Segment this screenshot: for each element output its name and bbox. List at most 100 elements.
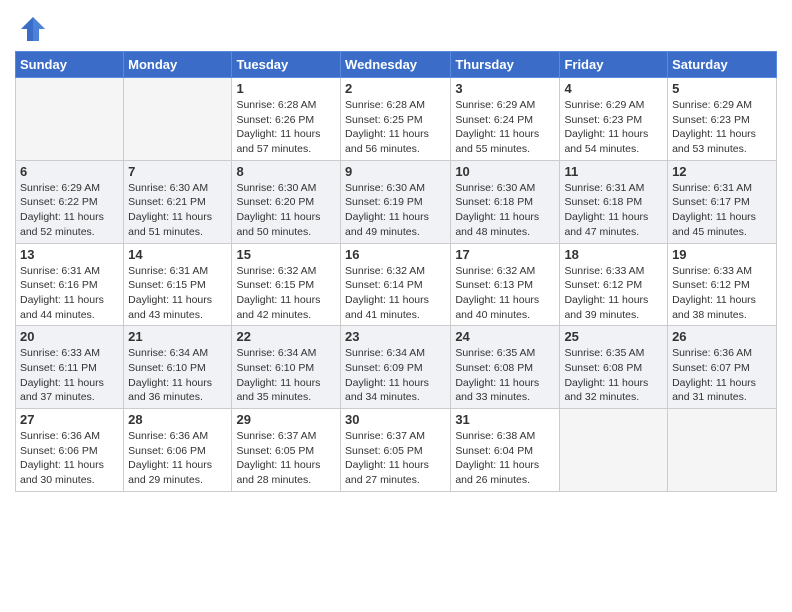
day-number: 24 [455, 329, 555, 344]
calendar-cell: 10 Sunrise: 6:30 AM Sunset: 6:18 PM Dayli… [451, 160, 560, 243]
day-number: 19 [672, 247, 772, 262]
calendar-cell: 11Sunrise: 6:31 AM Sunset: 6:18 PM Dayli… [560, 160, 668, 243]
calendar-header-sunday: Sunday [16, 52, 124, 78]
calendar-header-tuesday: Tuesday [232, 52, 341, 78]
day-info: Sunrise: 6:31 AM Sunset: 6:16 PM Dayligh… [20, 264, 119, 323]
calendar-cell: 20 Sunrise: 6:33 AM Sunset: 6:11 PM Dayli… [16, 326, 124, 409]
calendar-cell: 19 Sunrise: 6:33 AM Sunset: 6:12 PM Dayli… [668, 243, 777, 326]
calendar-cell: 13 Sunrise: 6:31 AM Sunset: 6:16 PM Dayli… [16, 243, 124, 326]
day-info: Sunrise: 6:33 AM Sunset: 6:12 PM Dayligh… [564, 264, 663, 323]
calendar-cell: 23 Sunrise: 6:34 AM Sunset: 6:09 PM Dayli… [341, 326, 451, 409]
day-info: Sunrise: 6:32 AM Sunset: 6:15 PM Dayligh… [236, 264, 336, 323]
calendar-header-thursday: Thursday [451, 52, 560, 78]
calendar-cell: 26Sunrise: 6:36 AM Sunset: 6:07 PM Dayli… [668, 326, 777, 409]
day-info: Sunrise: 6:28 AM Sunset: 6:25 PM Dayligh… [345, 98, 446, 157]
day-info: Sunrise: 6:33 AM Sunset: 6:11 PM Dayligh… [20, 346, 119, 405]
calendar: SundayMondayTuesdayWednesdayThursdayFrid… [15, 51, 777, 492]
calendar-cell: 9 Sunrise: 6:30 AM Sunset: 6:19 PM Daylig… [341, 160, 451, 243]
calendar-cell: 2Sunrise: 6:28 AM Sunset: 6:25 PM Daylig… [341, 78, 451, 161]
calendar-cell: 1 Sunrise: 6:28 AM Sunset: 6:26 PM Daylig… [232, 78, 341, 161]
calendar-week-row: 1 Sunrise: 6:28 AM Sunset: 6:26 PM Daylig… [16, 78, 777, 161]
calendar-cell: 18Sunrise: 6:33 AM Sunset: 6:12 PM Dayli… [560, 243, 668, 326]
day-number: 1 [236, 81, 336, 96]
day-number: 10 [455, 164, 555, 179]
day-info: Sunrise: 6:33 AM Sunset: 6:12 PM Dayligh… [672, 264, 772, 323]
calendar-week-row: 6Sunrise: 6:29 AM Sunset: 6:22 PM Daylig… [16, 160, 777, 243]
calendar-cell [16, 78, 124, 161]
day-number: 5 [672, 81, 772, 96]
day-info: Sunrise: 6:30 AM Sunset: 6:19 PM Dayligh… [345, 181, 446, 240]
calendar-header-friday: Friday [560, 52, 668, 78]
day-info: Sunrise: 6:32 AM Sunset: 6:14 PM Dayligh… [345, 264, 446, 323]
day-info: Sunrise: 6:29 AM Sunset: 6:22 PM Dayligh… [20, 181, 119, 240]
calendar-cell: 14 Sunrise: 6:31 AM Sunset: 6:15 PM Dayli… [124, 243, 232, 326]
day-number: 23 [345, 329, 446, 344]
day-info: Sunrise: 6:34 AM Sunset: 6:09 PM Dayligh… [345, 346, 446, 405]
calendar-header-monday: Monday [124, 52, 232, 78]
day-info: Sunrise: 6:38 AM Sunset: 6:04 PM Dayligh… [455, 429, 555, 488]
calendar-cell: 22 Sunrise: 6:34 AM Sunset: 6:10 PM Dayli… [232, 326, 341, 409]
calendar-header-saturday: Saturday [668, 52, 777, 78]
calendar-cell: 6Sunrise: 6:29 AM Sunset: 6:22 PM Daylig… [16, 160, 124, 243]
calendar-cell: 17 Sunrise: 6:32 AM Sunset: 6:13 PM Dayli… [451, 243, 560, 326]
day-number: 22 [236, 329, 336, 344]
day-number: 8 [236, 164, 336, 179]
day-info: Sunrise: 6:34 AM Sunset: 6:10 PM Dayligh… [236, 346, 336, 405]
logo-icon [19, 15, 47, 43]
day-number: 7 [128, 164, 227, 179]
day-info: Sunrise: 6:36 AM Sunset: 6:07 PM Dayligh… [672, 346, 772, 405]
calendar-cell: 21 Sunrise: 6:34 AM Sunset: 6:10 PM Dayli… [124, 326, 232, 409]
day-info: Sunrise: 6:36 AM Sunset: 6:06 PM Dayligh… [128, 429, 227, 488]
day-number: 12 [672, 164, 772, 179]
calendar-header-row: SundayMondayTuesdayWednesdayThursdayFrid… [16, 52, 777, 78]
day-info: Sunrise: 6:29 AM Sunset: 6:23 PM Dayligh… [564, 98, 663, 157]
day-info: Sunrise: 6:31 AM Sunset: 6:17 PM Dayligh… [672, 181, 772, 240]
day-number: 21 [128, 329, 227, 344]
calendar-week-row: 27 Sunrise: 6:36 AM Sunset: 6:06 PM Dayli… [16, 409, 777, 492]
day-info: Sunrise: 6:28 AM Sunset: 6:26 PM Dayligh… [236, 98, 336, 157]
day-info: Sunrise: 6:35 AM Sunset: 6:08 PM Dayligh… [564, 346, 663, 405]
day-number: 15 [236, 247, 336, 262]
day-info: Sunrise: 6:31 AM Sunset: 6:18 PM Dayligh… [564, 181, 663, 240]
day-number: 13 [20, 247, 119, 262]
calendar-cell [668, 409, 777, 492]
calendar-cell [560, 409, 668, 492]
day-number: 25 [564, 329, 663, 344]
day-number: 30 [345, 412, 446, 427]
calendar-cell: 5Sunrise: 6:29 AM Sunset: 6:23 PM Daylig… [668, 78, 777, 161]
day-info: Sunrise: 6:30 AM Sunset: 6:18 PM Dayligh… [455, 181, 555, 240]
calendar-cell: 25 Sunrise: 6:35 AM Sunset: 6:08 PM Dayli… [560, 326, 668, 409]
calendar-cell: 4 Sunrise: 6:29 AM Sunset: 6:23 PM Daylig… [560, 78, 668, 161]
logo [15, 15, 47, 43]
calendar-cell: 29Sunrise: 6:37 AM Sunset: 6:05 PM Dayli… [232, 409, 341, 492]
calendar-cell [124, 78, 232, 161]
day-info: Sunrise: 6:29 AM Sunset: 6:24 PM Dayligh… [455, 98, 555, 157]
day-number: 20 [20, 329, 119, 344]
day-number: 17 [455, 247, 555, 262]
day-info: Sunrise: 6:37 AM Sunset: 6:05 PM Dayligh… [236, 429, 336, 488]
day-number: 27 [20, 412, 119, 427]
day-number: 28 [128, 412, 227, 427]
day-info: Sunrise: 6:32 AM Sunset: 6:13 PM Dayligh… [455, 264, 555, 323]
day-number: 4 [564, 81, 663, 96]
calendar-cell: 31 Sunrise: 6:38 AM Sunset: 6:04 PM Dayli… [451, 409, 560, 492]
day-info: Sunrise: 6:31 AM Sunset: 6:15 PM Dayligh… [128, 264, 227, 323]
day-number: 31 [455, 412, 555, 427]
day-info: Sunrise: 6:36 AM Sunset: 6:06 PM Dayligh… [20, 429, 119, 488]
page: SundayMondayTuesdayWednesdayThursdayFrid… [0, 0, 792, 612]
calendar-cell: 15 Sunrise: 6:32 AM Sunset: 6:15 PM Dayli… [232, 243, 341, 326]
calendar-cell: 28 Sunrise: 6:36 AM Sunset: 6:06 PM Dayli… [124, 409, 232, 492]
calendar-cell: 7Sunrise: 6:30 AM Sunset: 6:21 PM Daylig… [124, 160, 232, 243]
day-number: 14 [128, 247, 227, 262]
day-info: Sunrise: 6:34 AM Sunset: 6:10 PM Dayligh… [128, 346, 227, 405]
calendar-cell: 27 Sunrise: 6:36 AM Sunset: 6:06 PM Dayli… [16, 409, 124, 492]
calendar-cell: 24 Sunrise: 6:35 AM Sunset: 6:08 PM Dayli… [451, 326, 560, 409]
day-number: 16 [345, 247, 446, 262]
calendar-cell: 12 Sunrise: 6:31 AM Sunset: 6:17 PM Dayli… [668, 160, 777, 243]
calendar-cell: 8 Sunrise: 6:30 AM Sunset: 6:20 PM Daylig… [232, 160, 341, 243]
day-number: 3 [455, 81, 555, 96]
calendar-header-wednesday: Wednesday [341, 52, 451, 78]
day-number: 9 [345, 164, 446, 179]
day-info: Sunrise: 6:30 AM Sunset: 6:20 PM Dayligh… [236, 181, 336, 240]
day-info: Sunrise: 6:35 AM Sunset: 6:08 PM Dayligh… [455, 346, 555, 405]
